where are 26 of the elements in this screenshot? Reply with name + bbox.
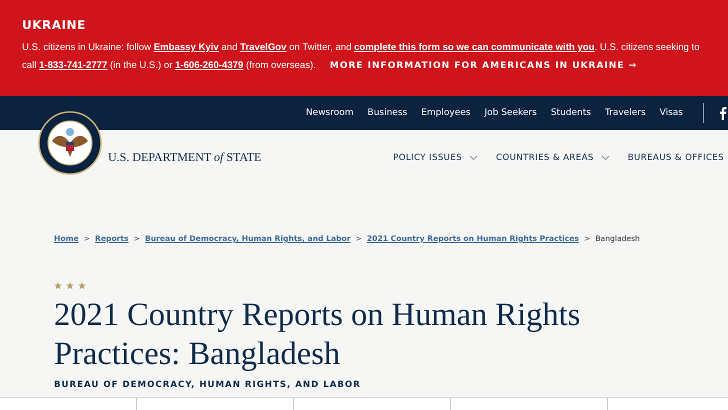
seal-logo[interactable] — [38, 111, 102, 175]
facebook-icon[interactable] — [718, 106, 728, 120]
alert-text: U.S. citizens in Ukraine: follow Embassy Kyiv and TravelGov on Twitter, and complete this form so we can communicate with you. U.S. citizens seeking to — [22, 41, 701, 55]
page-title: 2021 Country Reports on Human Rights Practices: Bangladesh — [54, 296, 582, 374]
top-nav-link[interactable]: Employees — [421, 108, 470, 118]
alert-link[interactable]: 1-606-260-4379 — [175, 60, 244, 71]
main-nav-menu[interactable]: COUNTRIES & AREAS — [496, 152, 610, 162]
page-subtitle: BUREAU OF DEMOCRACY, HUMAN RIGHTS, AND LABOR — [54, 380, 362, 390]
top-nav-link[interactable]: Business — [368, 108, 408, 118]
chevron-down-icon — [469, 154, 478, 160]
chevron-down-icon — [600, 154, 610, 160]
alert-text: call 1-833-741-2777 (in the U.S.) or 1-606-260-4379 (from overseas). — [22, 59, 316, 73]
top-nav-link[interactable]: Visas — [660, 108, 683, 118]
alert-link[interactable]: complete this form so we can communicate with you — [354, 42, 595, 53]
top-nav-link[interactable]: Newsroom — [306, 108, 354, 118]
alert-link[interactable]: Embassy Kyiv — [154, 42, 219, 53]
site-title[interactable]: U.S. DEPARTMENT of STATE — [108, 150, 262, 165]
alert-link[interactable]: TravelGov — [240, 42, 287, 53]
top-nav-link[interactable]: Job Seekers — [484, 108, 537, 118]
alert-link[interactable]: 1-833-741-2777 — [39, 60, 108, 71]
main-nav-menu[interactable]: POLICY ISSUES — [393, 152, 478, 162]
main-nav-menu[interactable]: BUREAUS & OFFICES — [628, 152, 728, 162]
alert-title: UKRAINE — [22, 18, 87, 32]
more-info-link[interactable]: MORE INFORMATION FOR AMERICANS IN UKRAINE → — [330, 61, 638, 71]
top-nav-link[interactable]: Students — [550, 108, 591, 118]
top-nav-link[interactable]: Travelers — [604, 108, 646, 118]
